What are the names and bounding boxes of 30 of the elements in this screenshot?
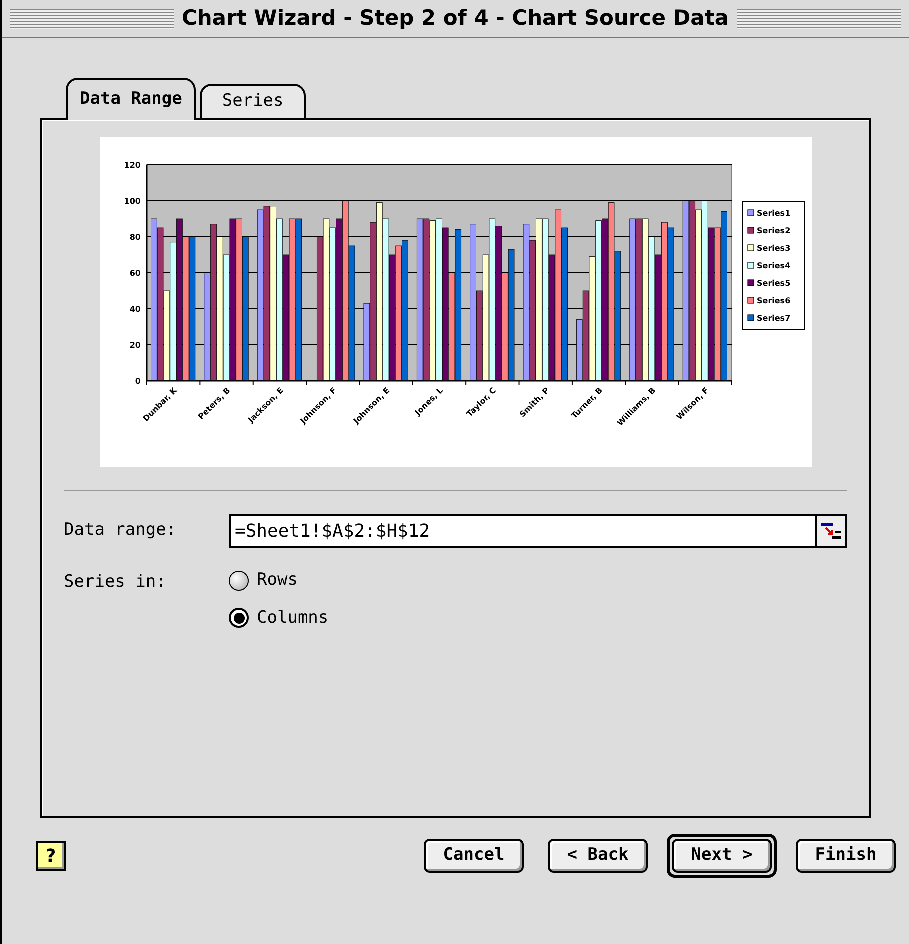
radio-option[interactable]: Rows bbox=[229, 568, 329, 594]
y-tick-label: 80 bbox=[129, 233, 140, 242]
y-tick-label: 120 bbox=[124, 161, 140, 170]
range-select-icon bbox=[820, 522, 842, 540]
tab[interactable]: Data Range bbox=[66, 78, 196, 120]
y-tick-label: 40 bbox=[129, 305, 140, 314]
dialog-button[interactable]: Next > bbox=[672, 839, 772, 873]
y-tick-label: 0 bbox=[134, 377, 140, 386]
field-value: =Sheet1!$A$2:$H$12 bbox=[234, 520, 432, 544]
help-button[interactable]: ? bbox=[36, 841, 66, 871]
radio-option[interactable]: Columns bbox=[229, 606, 329, 631]
legend-label: Series1 bbox=[756, 209, 790, 218]
dialog-button[interactable]: Cancel bbox=[424, 839, 524, 873]
y-tick-label: 20 bbox=[129, 341, 140, 350]
legend-label: Series5 bbox=[756, 279, 790, 288]
legend-label: Series7 bbox=[756, 314, 790, 323]
legend-label: Series6 bbox=[756, 296, 790, 306]
window-title: Chart Wizard - Step 2 of 4 - Chart Source Data bbox=[182, 4, 730, 32]
data-range-field[interactable]: =Sheet1!$A$2:$H$12 bbox=[229, 514, 817, 548]
field-label: Series in: bbox=[64, 571, 168, 594]
y-tick-label: 60 bbox=[129, 269, 140, 278]
legend-label: Series4 bbox=[756, 262, 790, 270]
dialog-button[interactable]: Finish bbox=[796, 839, 896, 873]
legend-label: Series2 bbox=[756, 226, 790, 236]
legend-label: Series3 bbox=[756, 244, 790, 253]
collapse-dialog-button[interactable] bbox=[817, 514, 847, 548]
y-tick-label: 100 bbox=[124, 197, 140, 206]
dialog-button[interactable]: < Back bbox=[548, 839, 648, 873]
tab[interactable]: Series bbox=[200, 84, 306, 120]
field-label: Data range: bbox=[64, 519, 178, 542]
